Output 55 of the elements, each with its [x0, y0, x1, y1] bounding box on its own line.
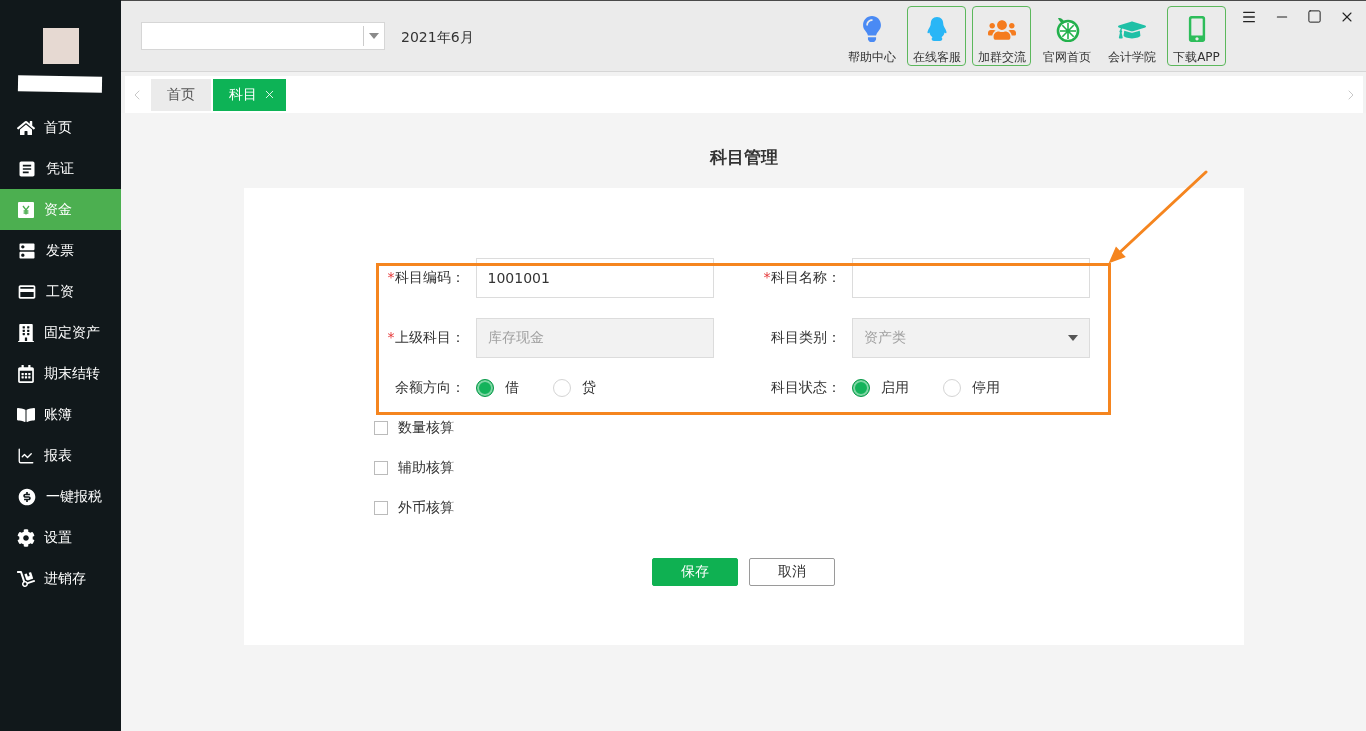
sidebar-item[interactable]: 一键报税 — [0, 476, 121, 517]
caret-icon — [369, 33, 379, 39]
yen-icon — [17, 200, 35, 219]
sidebar-item[interactable]: 凭证 — [0, 148, 121, 189]
avatar-placeholder — [42, 28, 79, 64]
home-icon — [17, 118, 35, 137]
radio-label: 启用 — [880, 379, 909, 397]
radio-label: 停用 — [971, 379, 1000, 397]
sidebar-item[interactable]: 工资 — [0, 271, 121, 312]
cancel-button[interactable]: 取消 — [749, 558, 835, 586]
maximize-icon[interactable] — [1307, 9, 1322, 24]
radio-label: 借 — [504, 379, 519, 397]
checkbox-label: 数量核算 — [397, 419, 454, 437]
shortcut-button[interactable]: 会计学院 — [1102, 6, 1161, 66]
page-title: 科目管理 — [709, 146, 778, 168]
radio-button[interactable] — [475, 379, 494, 397]
field-label: 科目类别： — [769, 329, 841, 347]
tab[interactable]: 首页 — [151, 78, 211, 111]
radio-label: 贷 — [581, 379, 596, 397]
field-label: 余额方向： — [393, 379, 465, 397]
field-label: 科目状态： — [769, 379, 841, 397]
shortcut-button[interactable]: 帮助中心 — [842, 6, 901, 66]
menu-icon[interactable] — [1241, 9, 1257, 25]
shortcut-button[interactable]: 下载APP — [1167, 6, 1226, 66]
sidebar-item[interactable]: 报表 — [0, 435, 121, 476]
hand-truck-icon — [17, 569, 35, 588]
building-icon — [17, 323, 35, 342]
shortcut-button[interactable]: 官网首页 — [1037, 6, 1096, 66]
checkbox-label: 外币核算 — [397, 499, 454, 517]
shortcut-button[interactable]: 在线客服 — [907, 6, 966, 66]
sidebar-item[interactable]: 账簿 — [0, 394, 121, 435]
sidebar-item[interactable]: 设置 — [0, 517, 121, 558]
sidebar-item[interactable]: 固定资产 — [0, 312, 121, 353]
field-label: *科目名称： — [762, 269, 841, 287]
checkbox[interactable] — [373, 501, 388, 515]
period-text: 2021年6月 — [401, 28, 474, 46]
field-label: *上级科目： — [386, 329, 465, 347]
checkbox[interactable] — [373, 461, 388, 475]
checkbox-label: 辅助核算 — [397, 459, 454, 477]
calendar-icon — [17, 364, 35, 383]
input-field[interactable] — [851, 258, 1090, 298]
radio-button[interactable] — [851, 379, 870, 397]
field-label: *科目编码： — [386, 269, 465, 287]
input-field[interactable]: 1001001 — [475, 258, 714, 298]
sidebar-item[interactable]: 发票 — [0, 230, 121, 271]
shortcut-button[interactable]: 加群交流 — [972, 6, 1031, 66]
sidebar-item[interactable]: 首页 — [0, 107, 121, 148]
line-chart-icon — [17, 446, 35, 465]
checkbox[interactable] — [373, 421, 388, 435]
sidebar-item[interactable]: 进销存 — [0, 558, 121, 599]
settings-icon — [17, 528, 35, 547]
sidebar-item[interactable]: 期末结转 — [0, 353, 121, 394]
company-select[interactable] — [141, 22, 385, 50]
book-icon — [17, 405, 35, 424]
caret-icon — [1067, 335, 1078, 341]
